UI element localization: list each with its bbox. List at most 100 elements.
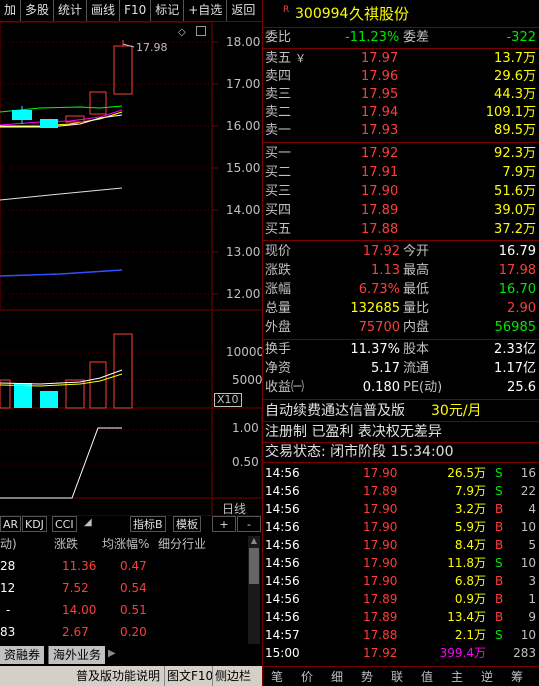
ask-label: 卖一: [265, 123, 292, 138]
template-button[interactable]: 模板: [173, 516, 201, 532]
scrollbar-up-arrow-icon[interactable]: ▲: [248, 536, 260, 546]
bid-row-5[interactable]: 买五 17.88 37.2万: [263, 221, 539, 239]
stock-code: 300994: [295, 6, 349, 22]
tab-reverse[interactable]: 逆: [481, 667, 493, 686]
promo-row[interactable]: 自动续费通达信普及版 30元/月: [263, 401, 539, 421]
toolbar-draw-line-button[interactable]: 画线: [87, 0, 121, 21]
indicator-tab-cci[interactable]: CCI: [52, 516, 77, 532]
tick-price: 17.89: [363, 610, 398, 624]
stat-label: 量比: [403, 301, 430, 316]
fund-label: 股本: [403, 342, 430, 357]
tick-side: S: [495, 556, 503, 570]
graphic-f10-link[interactable]: 图文F10: [164, 666, 213, 686]
weibi-row: 委比 -11.23% 委差 -322: [263, 29, 539, 47]
tick-time: 14:56: [265, 484, 300, 498]
tick-count: 16: [520, 466, 536, 480]
stat-label: 现价: [265, 244, 292, 259]
indicator-tab-kdj[interactable]: KDJ: [22, 516, 47, 532]
toolbar-back-button[interactable]: 返回: [227, 0, 259, 21]
toolbar-add-favorite-button[interactable]: +自选: [184, 0, 228, 21]
ma-long-line-blue: [0, 269, 123, 277]
stat-label: 外盘: [265, 320, 292, 335]
ask-row-5[interactable]: 卖五 ￥ 17.97 13.7万: [263, 50, 539, 68]
bid-row-3[interactable]: 买三 17.90 51.6万: [263, 183, 539, 201]
promo-text[interactable]: 自动续费通达信普及版: [265, 401, 405, 421]
tab-trend[interactable]: 势: [361, 667, 373, 686]
scrollbar-thumb[interactable]: [249, 548, 259, 584]
fund-value: 11.37%: [350, 342, 400, 357]
table-row[interactable]: - 14.00 0.51: [0, 600, 262, 620]
help-link[interactable]: 普及版功能说明: [76, 666, 160, 686]
tick-list: 14:56 17.90 26.5万 S 16 14:56 17.89 7.9万 …: [263, 462, 539, 662]
sidebar-toggle[interactable]: 侧边栏 »: [212, 666, 262, 686]
tick-time: 14:56: [265, 556, 300, 570]
indicator-b-button[interactable]: 指标B: [130, 516, 166, 532]
price-tick-label: 12.00: [226, 287, 261, 301]
tab-value[interactable]: 值: [421, 667, 433, 686]
table-row[interactable]: 83 2.67 0.20: [0, 622, 262, 642]
ask-row-3[interactable]: 卖三 17.95 44.3万: [263, 86, 539, 104]
tab-linked[interactable]: 联: [391, 667, 403, 686]
weicha-value: -322: [506, 30, 536, 45]
tab-price[interactable]: 价: [301, 667, 313, 686]
indicator-tick-label: 0.50: [232, 455, 259, 469]
toolbar-stats-button[interactable]: 统计: [54, 0, 88, 21]
toolbar-f10-button[interactable]: F10: [120, 0, 152, 21]
ask-row-2[interactable]: 卖二 17.94 109.1万: [263, 104, 539, 122]
header-col3[interactable]: 细分行业: [158, 534, 206, 554]
tick-side: S: [495, 484, 503, 498]
tab-detail[interactable]: 细: [331, 667, 343, 686]
tick-time: 15:00: [265, 646, 300, 660]
cell-col0: 28: [0, 559, 16, 573]
period-label[interactable]: 日线: [222, 500, 246, 517]
ask-label: 卖四: [265, 69, 292, 84]
toolbar-multi-stock-button[interactable]: 多股: [21, 0, 55, 21]
table-row[interactable]: 12 7.52 0.54: [0, 578, 262, 598]
stock-name: 久祺股份: [349, 5, 410, 23]
sector-tab-overseas[interactable]: 海外业务: [48, 646, 106, 664]
tick-count: 22: [520, 484, 536, 498]
stat-value: 1.13: [371, 263, 400, 278]
ask-row-4[interactable]: 卖四 17.96 29.6万: [263, 68, 539, 86]
zoom-out-button[interactable]: -: [237, 516, 261, 532]
table-scrollbar[interactable]: ▲: [248, 536, 260, 644]
zoom-in-button[interactable]: +: [212, 516, 236, 532]
promo-price[interactable]: 30元/月: [431, 401, 482, 421]
tab-trades[interactable]: 笔: [271, 667, 283, 686]
window-toggle-icon[interactable]: [196, 26, 206, 36]
sector-tab-arrow-icon[interactable]: ▶: [108, 648, 116, 659]
indicator-tab-ar[interactable]: AR: [0, 516, 22, 532]
sector-tab-margin[interactable]: 资融券: [0, 646, 45, 664]
bid-label: 买二: [265, 165, 292, 180]
bid-row-4[interactable]: 买四 17.89 39.0万: [263, 202, 539, 220]
bid-label: 买五: [265, 222, 292, 237]
header-col1[interactable]: 涨跌: [54, 534, 78, 554]
bid-label: 买三: [265, 184, 292, 199]
ask-row-1[interactable]: 卖一 17.93 89.5万: [263, 122, 539, 140]
table-row[interactable]: 28 11.36 0.47: [0, 556, 262, 576]
tab-main[interactable]: 主: [451, 667, 463, 686]
cell-col2: 0.20: [120, 625, 147, 639]
diamond-icon[interactable]: ◇: [178, 27, 186, 38]
toolbar-add-button[interactable]: 加: [0, 0, 22, 21]
stat-value: 132685: [350, 301, 400, 316]
header-col0[interactable]: 动): [0, 534, 17, 554]
fund-value: 5.17: [371, 361, 400, 376]
bid-row-1[interactable]: 买一 17.92 92.3万: [263, 145, 539, 163]
toolbar-mark-button[interactable]: 标记: [151, 0, 185, 21]
bid-volume: 51.6万: [494, 184, 536, 199]
bid-label: 买一: [265, 146, 292, 161]
ask-price: 17.97: [361, 51, 399, 66]
candle: [40, 119, 58, 128]
ma-long-line-white: [0, 187, 123, 201]
bid-row-2[interactable]: 买二 17.91 7.9万: [263, 164, 539, 182]
tab-chips[interactable]: 筹: [511, 667, 523, 686]
tick-volume: 26.5万: [447, 466, 486, 480]
dropdown-arrow-icon[interactable]: ◢: [84, 517, 92, 528]
ask-label: 卖五: [265, 51, 292, 66]
price-tick-label: 15.00: [226, 161, 261, 175]
header-col2[interactable]: 均涨幅%: [102, 534, 149, 554]
kline-chart[interactable]: 18.00 17.00 16.00 15.00 14.00 13.00 12.0…: [0, 22, 264, 517]
fund-row: 收益㈠ 0.180 PE(动) 25.6: [263, 379, 539, 397]
footer-bar: 普及版功能说明 图文F10 侧边栏 »: [0, 666, 262, 686]
